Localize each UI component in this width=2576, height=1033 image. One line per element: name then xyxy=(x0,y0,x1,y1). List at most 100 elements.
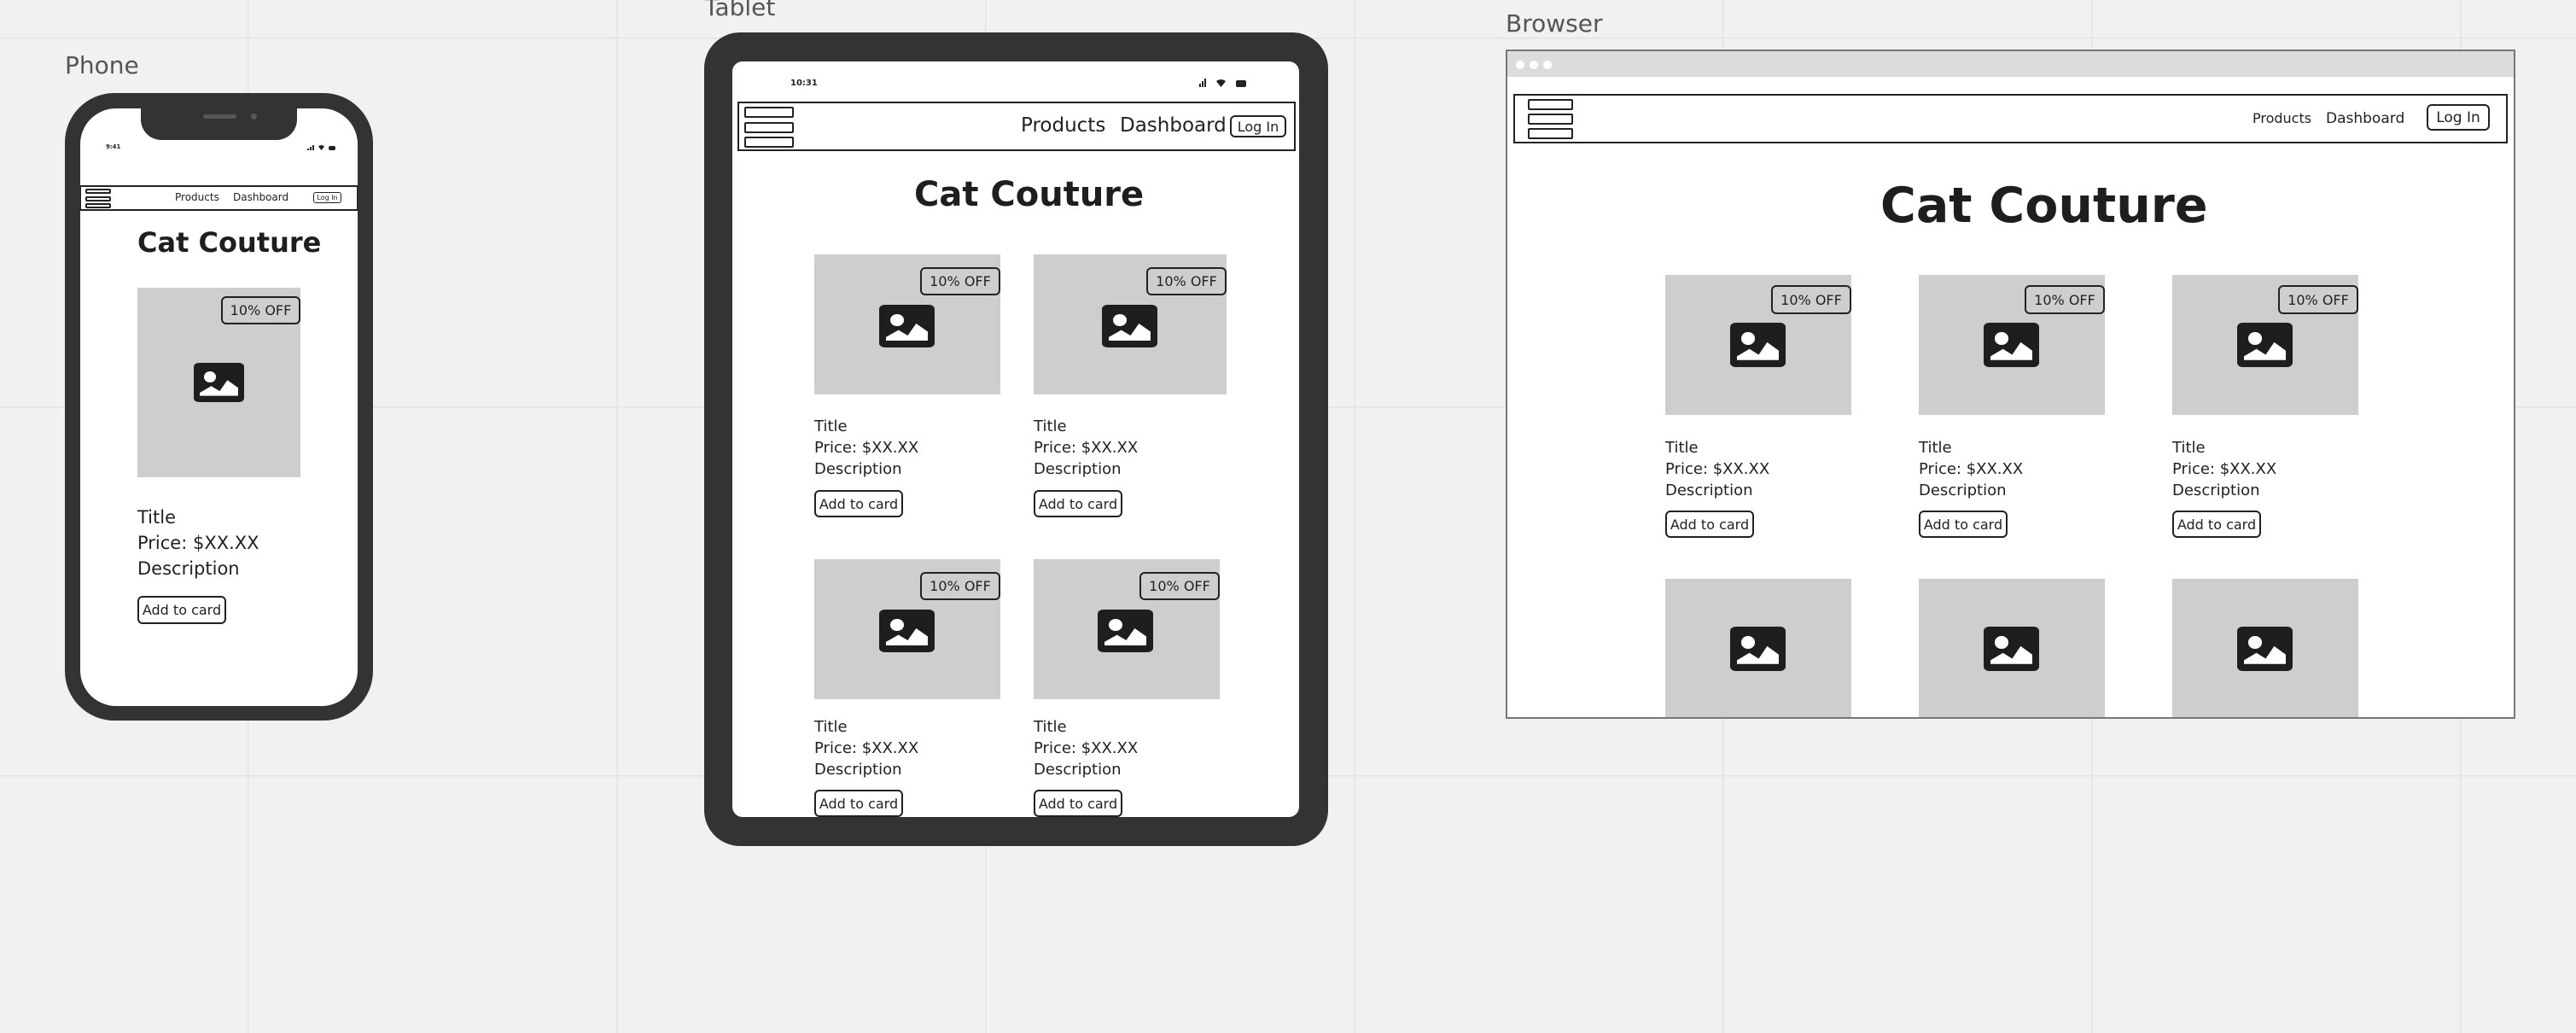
phone-frame-label: Phone xyxy=(65,51,139,79)
product-description: Description xyxy=(1665,481,1753,499)
window-control-dot[interactable] xyxy=(1516,61,1524,69)
image-placeholder-icon xyxy=(2237,323,2293,367)
tablet-nav-bar: Products Dashboard Log In xyxy=(737,102,1296,151)
product-info: Title Price: $XX.XX Description xyxy=(137,505,259,581)
product-description: Description xyxy=(137,558,240,579)
nav-products-link[interactable]: Products xyxy=(1021,114,1105,137)
nav-products-link[interactable]: Products xyxy=(175,191,219,203)
product-price: Price: $XX.XX xyxy=(1665,460,1770,478)
nav-dashboard-link[interactable]: Dashboard xyxy=(1120,114,1227,137)
signal-icon xyxy=(1199,79,1206,87)
browser-nav-bar: Products Dashboard Log In xyxy=(1513,94,2508,143)
window-control-dot[interactable] xyxy=(1530,61,1538,69)
product-price: Price: $XX.XX xyxy=(1919,460,2024,478)
product-card: 10% OFF Title Price: $XX.XX Description … xyxy=(2172,275,2358,548)
add-to-cart-button[interactable]: Add to card xyxy=(1919,511,2008,538)
product-price: Price: $XX.XX xyxy=(1034,439,1139,457)
discount-badge: 10% OFF xyxy=(2025,285,2105,314)
product-description: Description xyxy=(1919,481,2007,499)
wifi-icon xyxy=(1216,79,1226,87)
product-title: Title xyxy=(814,417,848,435)
status-time: 10:31 xyxy=(790,79,818,88)
signal-icon xyxy=(307,145,314,150)
product-title: Title xyxy=(2172,439,2206,457)
product-card xyxy=(1665,579,1851,717)
tablet-mockup: 10:31 Products Dashboard Log In Cat Cout… xyxy=(704,32,1328,846)
battery-icon xyxy=(1236,80,1246,87)
product-card: 10% OFF Title Price: $XX.XX Description … xyxy=(1665,275,1851,548)
browser-viewport: Products Dashboard Log In Cat Couture 10… xyxy=(1507,77,2514,717)
page-title: Cat Couture xyxy=(914,175,1145,214)
product-info: Title Price: $XX.XX Description xyxy=(1665,437,1769,501)
product-info: Title Price: $XX.XX Description xyxy=(814,716,918,780)
browser-title-bar xyxy=(1507,51,2514,77)
phone-screen: 9:41 Products Dashboard Log In Cat Coutu… xyxy=(80,108,358,706)
hamburger-menu-icon[interactable] xyxy=(1528,99,1573,139)
product-title: Title xyxy=(814,718,848,736)
window-control-dot[interactable] xyxy=(1543,61,1552,69)
product-card: 10% OFF Title Price: $XX.XX Description … xyxy=(814,559,1000,817)
tablet-frame-label: Tablet xyxy=(704,0,776,21)
login-button[interactable]: Log In xyxy=(2427,104,2490,131)
product-title: Title xyxy=(1034,718,1067,736)
nav-products-link[interactable]: Products xyxy=(2253,110,2311,126)
image-placeholder-icon xyxy=(1102,305,1157,347)
page-title: Cat Couture xyxy=(137,226,322,259)
browser-frame-label: Browser xyxy=(1506,9,1603,38)
discount-badge: 10% OFF xyxy=(920,267,1000,295)
wifi-icon xyxy=(318,145,324,150)
nav-dashboard-link[interactable]: Dashboard xyxy=(2326,110,2404,127)
image-placeholder-icon xyxy=(1984,627,2039,671)
product-info: Title Price: $XX.XX Description xyxy=(1919,437,2023,501)
hamburger-menu-icon[interactable] xyxy=(744,107,794,148)
product-description: Description xyxy=(2172,481,2260,499)
discount-badge: 10% OFF xyxy=(1771,285,1851,314)
product-info: Title Price: $XX.XX Description xyxy=(2172,437,2276,501)
product-info: Title Price: $XX.XX Description xyxy=(1034,416,1138,480)
product-card: 10% OFF Title Price: $XX.XX Description … xyxy=(137,288,300,629)
product-card: 10% OFF Title Price: $XX.XX Description … xyxy=(1034,559,1220,817)
image-placeholder-icon xyxy=(194,363,244,402)
product-card: 10% OFF Title Price: $XX.XX Description … xyxy=(1919,275,2105,548)
nav-dashboard-link[interactable]: Dashboard xyxy=(233,191,288,203)
product-info: Title Price: $XX.XX Description xyxy=(1034,716,1138,780)
add-to-cart-button[interactable]: Add to card xyxy=(814,790,903,817)
discount-badge: 10% OFF xyxy=(1139,572,1220,600)
hamburger-menu-icon[interactable] xyxy=(85,189,111,208)
product-description: Description xyxy=(1034,761,1122,779)
image-placeholder-icon xyxy=(1984,323,2039,367)
discount-badge: 10% OFF xyxy=(1146,267,1227,295)
product-price: Price: $XX.XX xyxy=(814,439,919,457)
add-to-cart-button[interactable]: Add to card xyxy=(1665,511,1754,538)
phone-notch xyxy=(141,108,297,140)
phone-mockup: 9:41 Products Dashboard Log In Cat Coutu… xyxy=(65,93,373,721)
product-title: Title xyxy=(137,507,177,528)
product-card xyxy=(2172,579,2358,717)
discount-badge: 10% OFF xyxy=(221,296,300,324)
image-placeholder-icon xyxy=(1730,627,1786,671)
product-card: 10% OFF Title Price: $XX.XX Description … xyxy=(814,254,1000,528)
product-price: Price: $XX.XX xyxy=(2172,460,2277,478)
add-to-cart-button[interactable]: Add to card xyxy=(814,490,903,517)
phone-nav-bar: Products Dashboard Log In xyxy=(80,185,358,211)
tablet-screen: 10:31 Products Dashboard Log In Cat Cout… xyxy=(732,61,1299,817)
product-price: Price: $XX.XX xyxy=(814,739,919,757)
add-to-cart-button[interactable]: Add to card xyxy=(2172,511,2261,538)
image-placeholder-icon xyxy=(2237,627,2293,671)
image-placeholder-icon xyxy=(1730,323,1786,367)
status-time: 9:41 xyxy=(106,143,121,150)
product-price: Price: $XX.XX xyxy=(137,533,259,553)
page-title: Cat Couture xyxy=(1880,178,2208,234)
image-placeholder-icon xyxy=(879,305,935,347)
product-description: Description xyxy=(1034,460,1122,478)
login-button[interactable]: Log In xyxy=(313,192,341,203)
add-to-cart-button[interactable]: Add to card xyxy=(137,596,226,624)
login-button[interactable]: Log In xyxy=(1230,115,1286,137)
product-description: Description xyxy=(814,460,902,478)
add-to-cart-button[interactable]: Add to card xyxy=(1034,790,1122,817)
product-card: 10% OFF Title Price: $XX.XX Description … xyxy=(1034,254,1227,528)
product-info: Title Price: $XX.XX Description xyxy=(814,416,918,480)
product-title: Title xyxy=(1919,439,1952,457)
add-to-cart-button[interactable]: Add to card xyxy=(1034,490,1122,517)
product-card xyxy=(1919,579,2105,717)
